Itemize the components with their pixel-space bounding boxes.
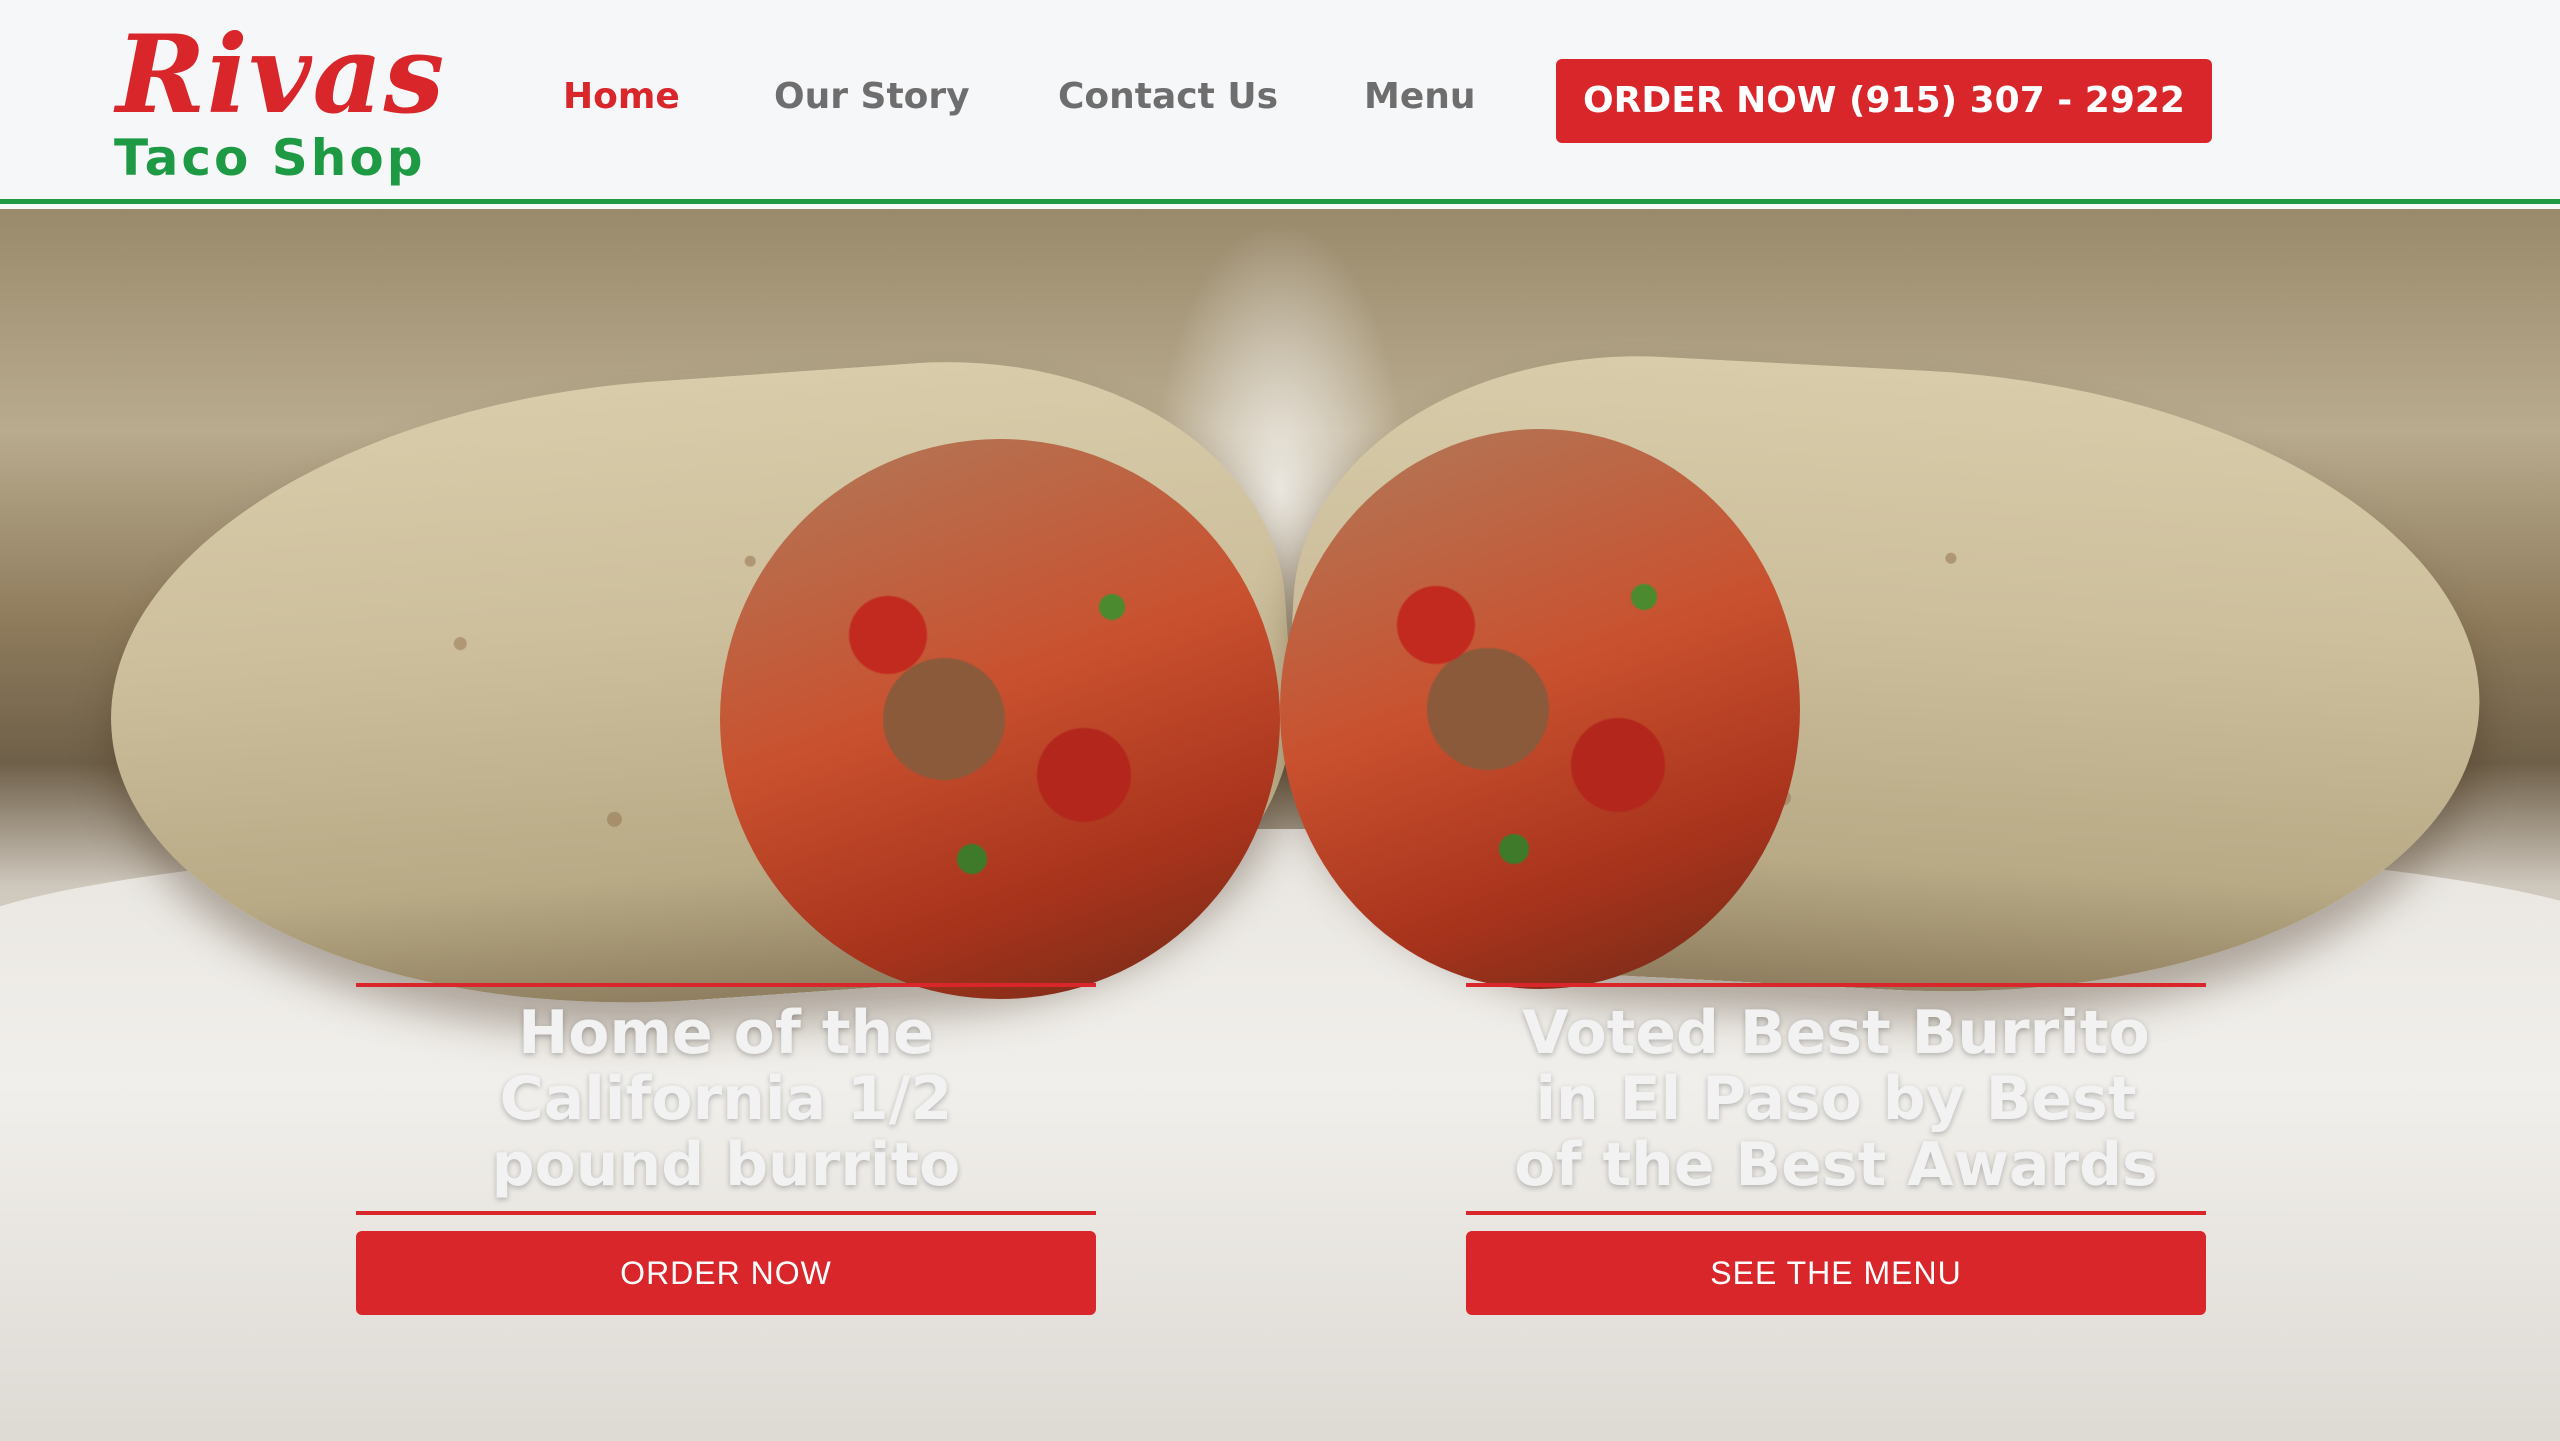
hero-section: Home of the California 1/2 pound burrito… xyxy=(0,209,2560,1441)
nav-our-story[interactable]: Our Story xyxy=(774,62,970,132)
promo-title: Home of the California 1/2 pound burrito xyxy=(491,998,961,1200)
promo-divider-bottom xyxy=(1466,1211,2206,1215)
logo-subtitle: Taco Shop xyxy=(114,129,426,187)
promo-california-burrito: Home of the California 1/2 pound burrito… xyxy=(356,983,1096,1315)
nav-contact-us[interactable]: Contact Us xyxy=(1058,62,1278,132)
promo-divider-bottom xyxy=(356,1211,1096,1215)
see-the-menu-button[interactable]: SEE THE MENU xyxy=(1466,1231,2206,1315)
burrito-filling-left xyxy=(720,439,1280,999)
order-now-button[interactable]: ORDER NOW xyxy=(356,1231,1096,1315)
site-header: Rivas Taco Shop Home Our Story Contact U… xyxy=(0,0,2560,204)
promo-title: Voted Best Burrito in El Paso by Best of… xyxy=(1514,998,2158,1200)
nav-menu[interactable]: Menu xyxy=(1364,62,1476,132)
nav-home[interactable]: Home xyxy=(563,62,680,132)
burrito-filling-right xyxy=(1280,429,1800,989)
promo-best-burrito: Voted Best Burrito in El Paso by Best of… xyxy=(1466,983,2206,1315)
order-now-phone-button[interactable]: ORDER NOW (915) 307 - 2922 xyxy=(1556,59,2212,143)
rivas-logo[interactable]: Rivas Taco Shop xyxy=(112,12,456,187)
logo-script-text: Rivas xyxy=(116,12,446,138)
